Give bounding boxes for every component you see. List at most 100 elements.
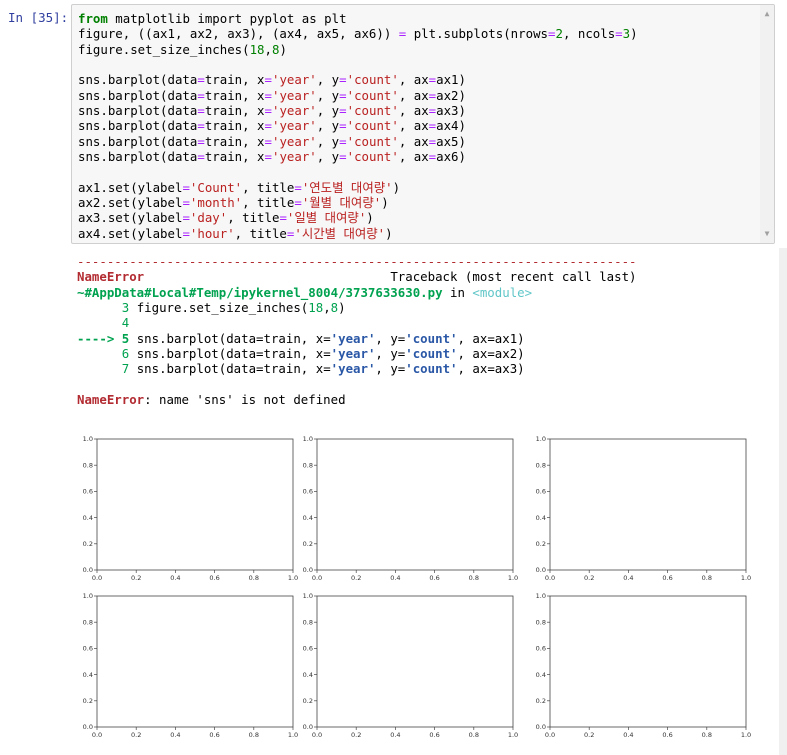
- x-tick-label: 0.0: [312, 731, 322, 739]
- figure-subplots: 0.0 0.2 0.4 0.6 0.8 1.0 0.0 0.2 0.4 0.6 0.8 1.0 0.0 0…: [71, 426, 787, 753]
- code-line: ax2.set(ylabel='month', title='월별 대여량'): [78, 195, 389, 211]
- y-tick-label: 1.0: [83, 592, 93, 600]
- y-tick-label: 1.0: [83, 435, 93, 443]
- x-tick-label: 0.0: [545, 574, 555, 582]
- code-scrollbar[interactable]: ▲ ▼: [760, 5, 774, 243]
- code-line: sns.barplot(data=train, x='year', y='cou…: [78, 118, 466, 134]
- x-tick-label: 0.0: [92, 731, 102, 739]
- y-tick-label: 0.2: [536, 697, 546, 705]
- y-tick-label: 0.0: [83, 723, 93, 731]
- code-line: sns.barplot(data=train, x='year', y='cou…: [78, 149, 466, 165]
- x-tick-label: 0.4: [623, 731, 633, 739]
- code-line: figure, ((ax1, ax2, ax3), (ax4, ax5, ax6…: [78, 26, 638, 42]
- y-tick-label: 0.6: [83, 488, 93, 496]
- x-tick-label: 0.2: [351, 574, 361, 582]
- input-prompt: In [35]:: [8, 10, 69, 25]
- x-tick-label: 0.6: [429, 574, 439, 582]
- y-tick-label: 0.0: [303, 566, 313, 574]
- x-tick-label: 1.0: [741, 731, 751, 739]
- subplot-axes-ax4: [96, 595, 294, 728]
- traceback-separator: ----------------------------------------…: [77, 254, 637, 269]
- error-message: : name 'sns' is not defined: [144, 392, 346, 408]
- y-tick-label: 1.0: [536, 435, 546, 443]
- x-tick-label: 0.2: [131, 731, 141, 739]
- y-tick-label: 0.0: [303, 723, 313, 731]
- scroll-up-arrow-icon[interactable]: ▲: [760, 7, 774, 21]
- y-tick-label: 0.4: [536, 514, 546, 522]
- code-line: sns.barplot(data=train, x='year', y='cou…: [78, 103, 466, 119]
- traceback-in: in: [450, 284, 465, 300]
- y-tick-label: 0.8: [83, 618, 93, 626]
- traceback-line-number: 5: [121, 330, 130, 346]
- x-tick-label: 0.4: [390, 731, 400, 739]
- x-tick-label: 0.8: [702, 731, 712, 739]
- traceback-line: 4: [77, 315, 129, 330]
- error-name: NameError: [77, 269, 145, 285]
- code-line: ax1.set(ylabel='Count', title='연도별 대여량'): [78, 179, 401, 195]
- traceback-line-number: 7: [121, 361, 130, 377]
- y-tick-label: 0.8: [536, 618, 546, 626]
- scroll-down-arrow-icon[interactable]: ▼: [760, 227, 774, 241]
- traceback-line: 3 figure.set_size_inches(18,8): [121, 300, 346, 316]
- code-line: figure.set_size_inches(18,8): [78, 41, 287, 57]
- y-tick-label: 1.0: [303, 435, 313, 443]
- y-tick-label: 1.0: [303, 592, 313, 600]
- x-tick-label: 1.0: [288, 574, 298, 582]
- x-tick-label: 0.0: [92, 574, 102, 582]
- error-name-final: NameError: [77, 392, 145, 408]
- y-tick-label: 0.0: [536, 566, 546, 574]
- y-tick-label: 0.4: [303, 514, 313, 522]
- traceback-line: ----> 5 sns.barplot(data=train, x='year'…: [77, 330, 525, 346]
- x-tick-label: 0.6: [209, 731, 219, 739]
- cell-output: ----------------------------------------…: [71, 248, 787, 753]
- traceback-line: 6 sns.barplot(data=train, x='year', y='c…: [121, 346, 525, 362]
- x-tick-label: 0.2: [584, 731, 594, 739]
- y-tick-label: 0.2: [303, 540, 313, 548]
- y-tick-label: 0.8: [303, 618, 313, 626]
- x-tick-label: 1.0: [508, 731, 518, 739]
- y-tick-label: 0.2: [536, 540, 546, 548]
- traceback-line-number: 6: [121, 346, 130, 362]
- traceback-spacer: [144, 269, 390, 284]
- x-tick-label: 0.2: [131, 574, 141, 582]
- current-line-arrow: ---->: [77, 330, 122, 346]
- y-tick-label: 0.6: [536, 645, 546, 653]
- subplot-axes-ax5: [316, 595, 514, 728]
- code-line: ax3.set(ylabel='day', title='일별 대여량'): [78, 210, 374, 226]
- x-tick-label: 0.2: [584, 574, 594, 582]
- code-text[interactable]: from matplotlib import pyplot as plt fig…: [78, 11, 638, 241]
- output-scrollbar[interactable]: [779, 248, 787, 755]
- x-tick-label: 0.8: [469, 574, 479, 582]
- code-line: sns.barplot(data=train, x='year', y='cou…: [78, 133, 466, 149]
- subplot-axes-ax1: [96, 438, 294, 571]
- x-tick-label: 0.0: [545, 731, 555, 739]
- y-tick-label: 0.2: [83, 540, 93, 548]
- code-line: sns.barplot(data=train, x='year', y='cou…: [78, 87, 466, 103]
- y-tick-label: 0.8: [303, 461, 313, 469]
- y-tick-label: 0.2: [303, 697, 313, 705]
- y-tick-label: 0.6: [536, 488, 546, 496]
- x-tick-label: 1.0: [508, 574, 518, 582]
- traceback-header: Traceback (most recent call last): [390, 269, 637, 285]
- y-tick-label: 0.4: [303, 671, 313, 679]
- y-tick-label: 0.8: [536, 461, 546, 469]
- y-tick-label: 0.0: [536, 723, 546, 731]
- x-tick-label: 1.0: [741, 574, 751, 582]
- code-cell-editor[interactable]: from matplotlib import pyplot as plt fig…: [71, 4, 775, 244]
- x-tick-label: 0.2: [351, 731, 361, 739]
- y-tick-label: 0.0: [83, 566, 93, 574]
- traceback-module: <module>: [472, 284, 533, 300]
- traceback-line-number: 4: [121, 315, 130, 331]
- traceback-line-number: 3: [121, 300, 130, 316]
- y-tick-label: 0.6: [83, 645, 93, 653]
- y-tick-label: 0.6: [303, 488, 313, 496]
- traceback-file-path[interactable]: ~#AppData#Local#Temp/ipykernel_8004/3737…: [77, 285, 443, 300]
- y-tick-label: 0.6: [303, 645, 313, 653]
- x-tick-label: 0.4: [170, 574, 180, 582]
- x-tick-label: 0.6: [429, 731, 439, 739]
- x-tick-label: 0.8: [249, 731, 259, 739]
- x-tick-label: 0.6: [662, 574, 672, 582]
- subplot-axes-ax6: [549, 595, 747, 728]
- x-tick-label: 0.0: [312, 574, 322, 582]
- traceback-lines: 3 figure.set_size_inches(18,8) 4 ----> 5…: [77, 300, 525, 376]
